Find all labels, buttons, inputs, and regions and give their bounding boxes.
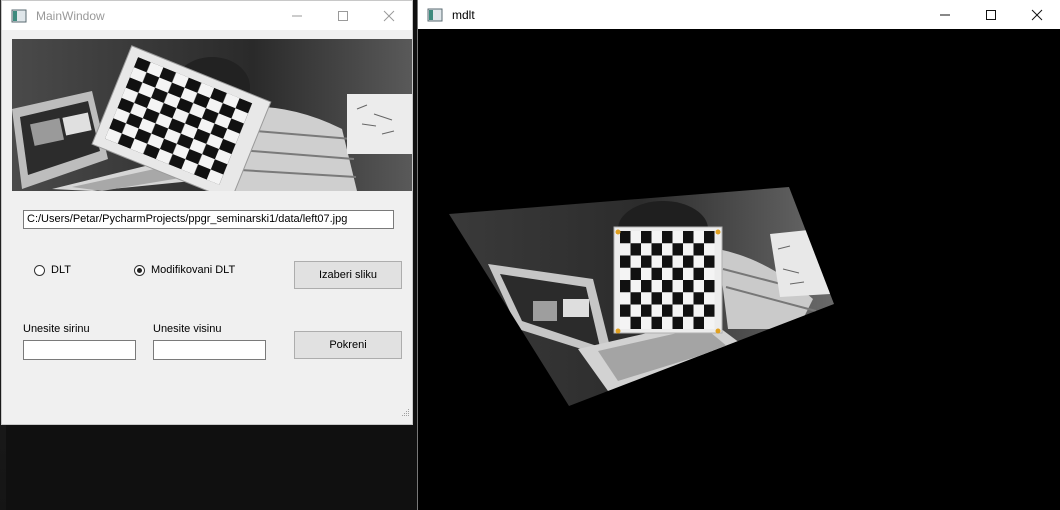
mdlt-window: mdlt (417, 0, 1060, 510)
mdlt-window-title: mdlt (452, 7, 475, 22)
height-input[interactable] (153, 340, 266, 360)
corner-marker (715, 229, 721, 235)
radio-modified-dlt-label: Modifikovani DLT (151, 264, 236, 276)
maximize-icon[interactable] (968, 0, 1014, 29)
close-icon[interactable] (366, 1, 412, 30)
maximize-icon[interactable] (320, 1, 366, 30)
main-window-title: MainWindow (36, 8, 105, 23)
image-path-field[interactable]: C:/Users/Petar/PycharmProjects/ppgr_semi… (23, 210, 394, 229)
radio-modified-dlt[interactable]: Modifikovani DLT (134, 264, 235, 276)
close-icon[interactable] (1014, 0, 1060, 29)
app-window-icon (11, 8, 27, 24)
corner-marker (615, 229, 621, 235)
corner-marker (715, 328, 721, 334)
minimize-icon[interactable] (274, 1, 320, 30)
main-window-titlebar[interactable]: MainWindow (2, 1, 412, 30)
radio-modified-dlt-indicator[interactable] (134, 264, 145, 276)
rectified-image-canvas (418, 29, 1060, 510)
width-input[interactable] (23, 340, 136, 360)
run-button[interactable]: Pokreni (294, 331, 402, 359)
main-window: MainWindow C:/Users/Petar/PycharmProject… (1, 0, 413, 425)
height-label: Unesite visinu (153, 323, 222, 335)
mdlt-window-titlebar[interactable]: mdlt (418, 0, 1060, 29)
radio-dlt-label: DLT (51, 264, 71, 276)
resize-grip-icon[interactable] (402, 404, 410, 422)
image-preview (12, 39, 412, 191)
app-window-icon (427, 7, 443, 23)
radio-dlt-indicator[interactable] (34, 264, 45, 276)
radio-dlt[interactable]: DLT (34, 264, 71, 276)
minimize-icon[interactable] (922, 0, 968, 29)
width-label: Unesite sirinu (23, 323, 90, 335)
choose-image-button[interactable]: Izaberi sliku (294, 261, 402, 289)
corner-marker (615, 328, 621, 334)
